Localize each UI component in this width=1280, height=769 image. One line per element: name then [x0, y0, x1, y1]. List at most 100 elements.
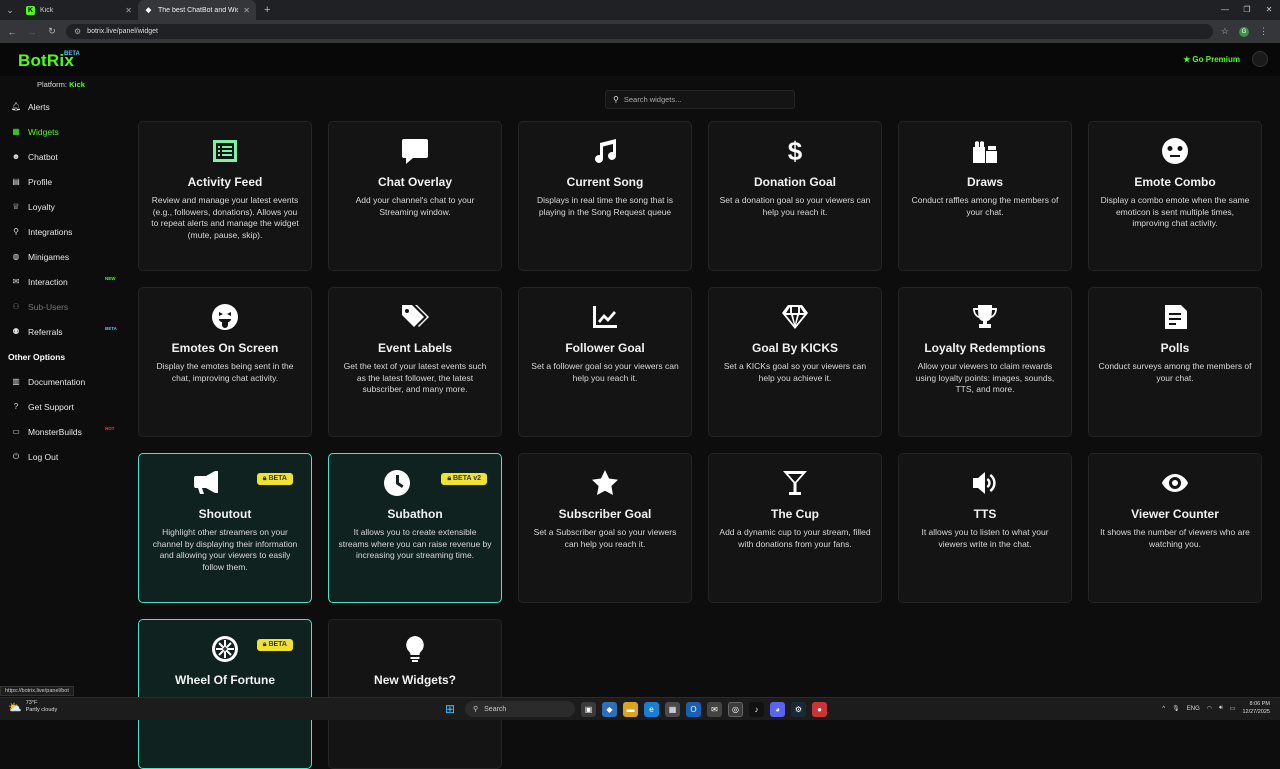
widget-card-the-cup[interactable]: The Cup Add a dynamic cup to your stream… [708, 453, 882, 603]
clock[interactable]: 8:06 PM 12/27/2025 [1242, 701, 1270, 716]
widget-card-goal-by-kicks[interactable]: Goal By KICKS Set a KICKs goal so your v… [708, 287, 882, 437]
widget-card-emotes-on-screen[interactable]: Emotes On Screen Display the emotes bein… [138, 287, 312, 437]
comments-icon: ✉ [12, 277, 20, 286]
widget-card-emote-combo[interactable]: Emote Combo Display a combo emote when t… [1088, 121, 1262, 271]
widget-description: Allow your viewers to claim rewards usin… [915, 361, 1055, 394]
steam-icon[interactable]: ⚙ [791, 701, 806, 717]
language-indicator[interactable]: ENG [1187, 706, 1200, 712]
search-icon: ⚲ [613, 95, 619, 104]
app-icon[interactable]: ● [812, 701, 827, 717]
mic-icon[interactable]: 🎙︎ [1172, 705, 1180, 712]
sidebar-item-minigames[interactable]: ◍ Minigames [0, 244, 125, 269]
people-icon: ⚉ [12, 327, 20, 336]
sidebar-item-interaction[interactable]: ✉ Interaction NEW [0, 269, 125, 294]
close-tab-icon[interactable]: ✕ [243, 6, 250, 15]
weather-widget[interactable]: ⛅ 73°F Partly cloudy [8, 700, 57, 714]
widget-card-draws[interactable]: Draws Conduct raffles among the members … [898, 121, 1072, 271]
taskbar-search[interactable]: ⚲ Search [465, 701, 575, 717]
widget-card-chat-overlay[interactable]: Chat Overlay Add your channel's chat to … [328, 121, 502, 271]
tongue-face-icon [210, 302, 240, 332]
weather-temp: 73°F [25, 700, 38, 706]
outlook-icon[interactable]: O [686, 701, 701, 717]
sidebar-item-loyalty[interactable]: ♕ Loyalty [0, 194, 125, 219]
speaker-icon [970, 468, 1000, 498]
wheel-icon [210, 634, 240, 664]
widget-card-loyalty-redemptions[interactable]: Loyalty Redemptions Allow your viewers t… [898, 287, 1072, 437]
edge-icon[interactable]: e [644, 701, 659, 717]
discord-icon[interactable]: ◕ [770, 701, 785, 717]
trophy-icon [970, 302, 1000, 332]
tiktok-icon[interactable]: ♪ [749, 701, 764, 717]
widget-description: Conduct surveys among the members of you… [1098, 361, 1252, 383]
sidebar-item-widgets[interactable]: ▦ Widgets [0, 119, 125, 144]
sidebar-item-monsterbuilds[interactable]: ▭ MonsterBuilds HOT [0, 419, 125, 444]
browser-tab-kick[interactable]: K Kick ✕ [20, 0, 138, 20]
task-view-icon[interactable]: ▣ [581, 701, 596, 717]
widget-title: Event Labels [377, 341, 453, 355]
widget-card-shoutout[interactable]: 🔒︎ BETA Shoutout Highlight other streame… [138, 453, 312, 603]
file-explorer-icon[interactable]: ▬ [623, 701, 638, 717]
back-icon[interactable]: ← [6, 27, 18, 37]
sidebar-item-alerts[interactable]: 🔔︎ Alerts [0, 94, 125, 119]
bookmark-star-icon[interactable]: ☆ [1221, 26, 1229, 37]
tab-search-icon[interactable]: ⌄ [0, 0, 20, 20]
new-badge: NEW [105, 276, 116, 281]
site-info-icon[interactable]: ⚙ [74, 27, 81, 36]
sidebar-item-referrals[interactable]: ⚉ Referrals BETA [0, 319, 125, 344]
sidebar-item-integrations[interactable]: ⚲ Integrations [0, 219, 125, 244]
sidebar-item-log-out[interactable]: ⏻ Log Out [0, 444, 125, 469]
search-icon: ⚲ [473, 706, 479, 713]
widget-card-event-labels[interactable]: Event Labels Get the text of your latest… [328, 287, 502, 437]
address-bar-row: ← → ↻ ⚙ botrix.live/panel/widget ☆ G ⋮ [0, 20, 1280, 43]
widget-title: Follower Goal [565, 341, 645, 355]
sidebar-item-profile[interactable]: ▤ Profile [0, 169, 125, 194]
widget-description: Display a combo emote when the same emot… [1100, 195, 1250, 228]
browser-tab-botrix[interactable]: ◆ The best ChatBot and Widgets f ✕ [138, 0, 256, 20]
widget-description: Displays in real time the song that is p… [536, 195, 674, 217]
sidebar-item-documentation[interactable]: ▥ Documentation [0, 369, 125, 394]
user-avatar[interactable] [1252, 51, 1268, 67]
botrix-favicon-icon: ◆ [145, 7, 152, 14]
maximize-icon[interactable]: ❐ [1236, 0, 1258, 20]
start-menu-icon[interactable]: ⊞ [445, 702, 459, 716]
forward-icon[interactable]: → [26, 27, 38, 37]
widget-card-wheel-of-fortune[interactable]: 🔒︎ BETA Wheel Of Fortune [138, 619, 312, 769]
sidebar-item-sub-users[interactable]: ⚇ Sub-Users [0, 294, 125, 319]
reload-icon[interactable]: ↻ [46, 26, 58, 37]
star-icon: ★ [1183, 55, 1191, 64]
mail-icon[interactable]: ✉ [707, 701, 722, 717]
close-tab-icon[interactable]: ✕ [125, 6, 132, 15]
battery-icon[interactable]: ▭ [1230, 705, 1236, 712]
go-premium-button[interactable]: ★ Go Premium [1183, 55, 1240, 64]
widget-title: TTS [973, 507, 997, 521]
minimize-icon[interactable]: — [1214, 0, 1236, 20]
dollar-icon: $ [787, 136, 803, 166]
sidebar-item-label: Integrations [28, 226, 73, 237]
widget-card-follower-goal[interactable]: Follower Goal Set a follower goal so you… [518, 287, 692, 437]
volume-icon[interactable]: 🔊︎ [1219, 705, 1223, 712]
store-icon[interactable]: ▦ [665, 701, 680, 717]
widget-card-subathon[interactable]: 🔒︎ BETA v2 Subathon It allows you to cre… [328, 453, 502, 603]
search-input[interactable] [623, 95, 784, 104]
url-field[interactable]: ⚙ botrix.live/panel/widget [66, 24, 1213, 39]
browser-menu-icon[interactable]: ⋮ [1259, 26, 1268, 37]
widgets-icon[interactable]: ◆ [602, 701, 617, 717]
widget-card-new-widgets[interactable]: New Widgets? [328, 619, 502, 769]
profile-avatar-icon[interactable]: G [1239, 26, 1249, 37]
new-tab-icon[interactable]: + [256, 4, 278, 16]
chevron-up-icon[interactable]: ^ [1162, 706, 1165, 712]
clock-icon [382, 468, 412, 498]
widget-card-viewer-counter[interactable]: Viewer Counter It shows the number of vi… [1088, 453, 1262, 603]
widget-card-donation-goal[interactable]: $ Donation Goal Set a donation goal so y… [708, 121, 882, 271]
wifi-icon[interactable]: ◠ [1207, 705, 1212, 712]
widget-card-tts[interactable]: TTS It allows you to listen to what your… [898, 453, 1072, 603]
widget-card-current-song[interactable]: Current Song Displays in real time the s… [518, 121, 692, 271]
sidebar-item-chatbot[interactable]: ☻ Chatbot [0, 144, 125, 169]
widget-card-polls[interactable]: Polls Conduct surveys among the members … [1088, 287, 1262, 437]
widget-card-subscriber-goal[interactable]: Subscriber Goal Set a Subscriber goal so… [518, 453, 692, 603]
widget-card-activity-feed[interactable]: Activity Feed Review and manage your lat… [138, 121, 312, 271]
sidebar-item-get-support[interactable]: ? Get Support [0, 394, 125, 419]
grid-icon: ▦ [12, 127, 20, 136]
chrome-icon[interactable]: ◎ [728, 701, 743, 717]
close-window-icon[interactable]: ✕ [1258, 0, 1280, 20]
